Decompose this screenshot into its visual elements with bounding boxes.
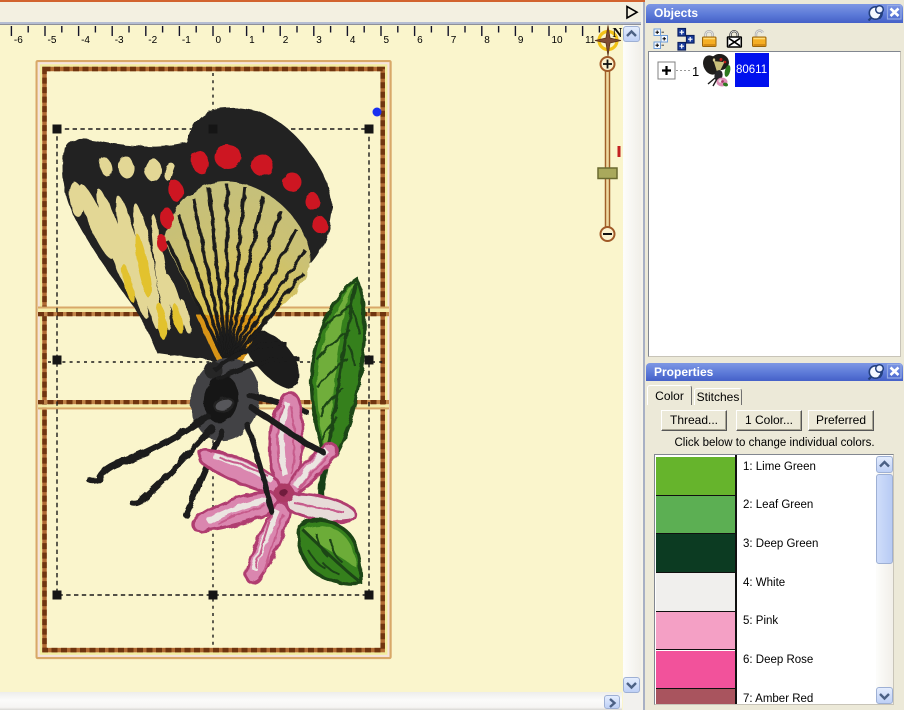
svg-text:-5: -5 bbox=[48, 35, 57, 46]
svg-text:4: 4 bbox=[350, 35, 356, 46]
svg-text:1: 1 bbox=[249, 35, 255, 46]
svg-text:-6: -6 bbox=[14, 35, 23, 46]
svg-text:N: N bbox=[613, 25, 623, 40]
svg-text:11: 11 bbox=[585, 35, 596, 46]
svg-text:2: 2 bbox=[283, 35, 289, 46]
svg-text:-3: -3 bbox=[115, 35, 124, 46]
svg-text:5: 5 bbox=[384, 35, 390, 46]
svg-text:3: 3 bbox=[316, 35, 322, 46]
svg-text:-1: -1 bbox=[182, 35, 191, 46]
svg-text:0: 0 bbox=[216, 35, 222, 46]
svg-text:-4: -4 bbox=[81, 35, 90, 46]
svg-text:1: 1 bbox=[692, 64, 699, 79]
svg-text:-2: -2 bbox=[148, 35, 157, 46]
svg-text:9: 9 bbox=[518, 35, 524, 46]
svg-text:7: 7 bbox=[451, 35, 457, 46]
svg-text:8: 8 bbox=[484, 35, 490, 46]
svg-text:10: 10 bbox=[552, 35, 564, 46]
svg-text:6: 6 bbox=[417, 35, 423, 46]
